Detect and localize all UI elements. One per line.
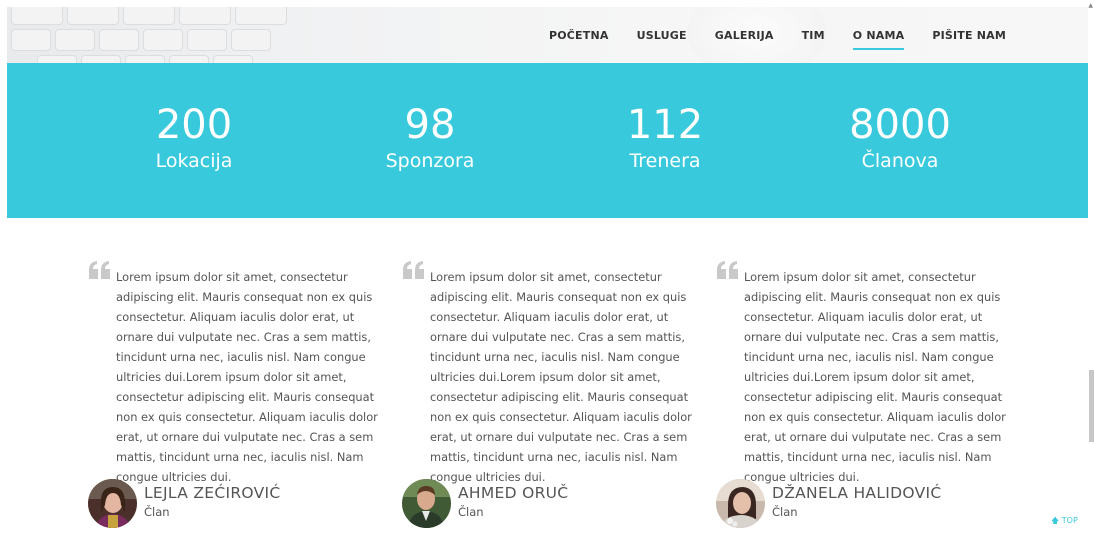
stat-trainers: 112 Trenera xyxy=(565,101,765,173)
stat-locations: 200 Lokacija xyxy=(94,101,294,173)
stat-label: Sponzora xyxy=(385,150,475,172)
scroll-up-arrow-icon[interactable]: ▲ xyxy=(1088,2,1093,9)
testimonial-text: Lorem ipsum dolor sit amet, consectetur … xyxy=(744,270,1006,484)
stat-label: Članova xyxy=(861,150,939,172)
testimonial-author: DŽANELA HALIDOVIĆ Član xyxy=(716,479,1006,529)
stat-number: 112 xyxy=(626,102,704,148)
avatar xyxy=(716,479,765,528)
scrollbar-thumb[interactable] xyxy=(1089,370,1094,442)
stat-number: 98 xyxy=(404,102,456,148)
testimonial-text: Lorem ipsum dolor sit amet, consectetur … xyxy=(430,270,692,484)
quote-icon xyxy=(403,261,424,279)
stat-number: 8000 xyxy=(849,102,951,148)
author-name: DŽANELA HALIDOVIĆ xyxy=(772,484,942,502)
nav-item-usluge[interactable]: USLUGE xyxy=(637,29,687,42)
testimonial-text: Lorem ipsum dolor sit amet, consectetur … xyxy=(116,270,378,484)
main-nav: POČETNA USLUGE GALERIJA TIM O NAMA PIŠIT… xyxy=(521,7,1006,63)
nav-item-pisite-nam[interactable]: PIŠITE NAM xyxy=(932,29,1006,42)
arrow-up-icon: 🡅 xyxy=(1051,516,1060,525)
quote-icon xyxy=(89,261,110,279)
author-role: Član xyxy=(458,505,484,519)
avatar xyxy=(402,479,451,528)
nav-item-tim[interactable]: TIM xyxy=(802,29,825,42)
stat-sponsors: 98 Sponzora xyxy=(330,101,530,173)
author-role: Član xyxy=(144,505,170,519)
author-role: Član xyxy=(772,505,798,519)
stat-members: 8000 Članova xyxy=(800,101,1000,173)
nav-item-galerija[interactable]: GALERIJA xyxy=(715,29,774,42)
author-name: LEJLA ZEĆIROVIĆ xyxy=(144,484,281,502)
stat-label: Lokacija xyxy=(155,150,233,172)
scrollbar[interactable]: ▲ xyxy=(1088,0,1094,533)
nav-item-pocetna[interactable]: POČETNA xyxy=(549,29,609,42)
site-header: POČETNA USLUGE GALERIJA TIM O NAMA PIŠIT… xyxy=(7,7,1088,63)
page: POČETNA USLUGE GALERIJA TIM O NAMA PIŠIT… xyxy=(0,0,1094,533)
back-to-top-label: TOP xyxy=(1061,516,1078,525)
back-to-top-link[interactable]: 🡅 TOP xyxy=(1051,515,1078,529)
keyboard-background-image xyxy=(7,7,297,63)
author-name: AHMED ORUČ xyxy=(458,484,569,502)
stats-band: 200 Lokacija 98 Sponzora 112 Trenera 800… xyxy=(7,63,1088,218)
stat-number: 200 xyxy=(155,102,233,148)
stat-label: Trenera xyxy=(629,150,701,172)
testimonial-author: LEJLA ZEĆIROVIĆ Član xyxy=(88,479,378,529)
testimonial-author: AHMED ORUČ Član xyxy=(402,479,692,529)
avatar xyxy=(88,479,137,528)
nav-item-o-nama[interactable]: O NAMA xyxy=(852,29,905,50)
quote-icon xyxy=(717,261,738,279)
